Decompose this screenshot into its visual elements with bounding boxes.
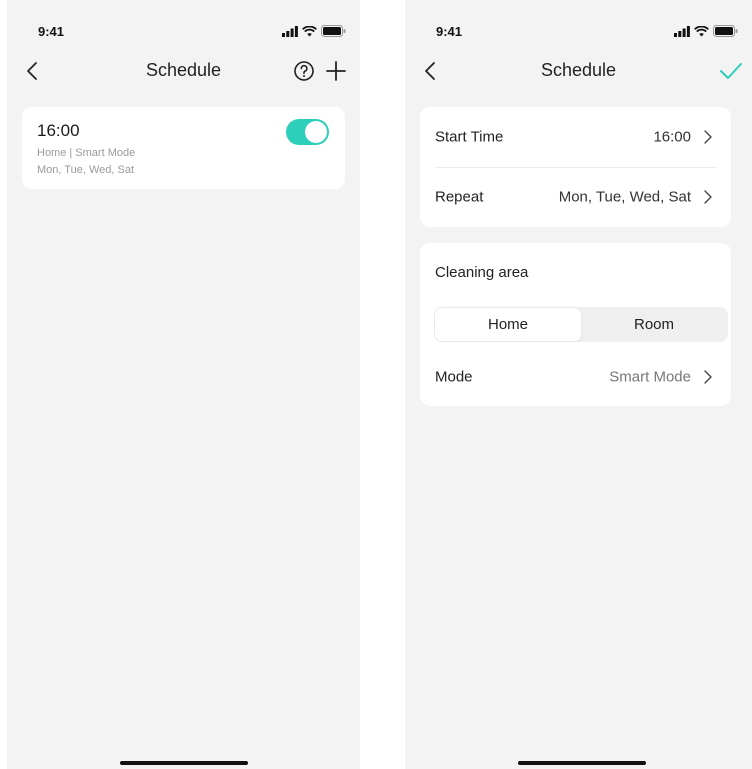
cleaning-area-segmented-control: Home Room — [434, 307, 728, 342]
battery-icon — [713, 25, 738, 37]
start-time-row[interactable]: Start Time 16:00 — [435, 107, 717, 167]
mode-row[interactable]: Mode Smart Mode — [435, 347, 717, 407]
help-circle-icon[interactable] — [292, 59, 316, 83]
chevron-right-icon — [704, 370, 712, 384]
plus-icon[interactable] — [324, 59, 348, 83]
status-bar: 9:41 — [405, 22, 752, 42]
schedule-summary: Home | Smart Mode — [37, 147, 136, 159]
status-bar: 9:41 — [7, 22, 360, 42]
status-time: 9:41 — [38, 24, 65, 39]
segment-home[interactable]: Home — [435, 308, 581, 341]
home-indicator — [518, 761, 646, 765]
schedule-enable-toggle[interactable] — [286, 119, 329, 145]
repeat-value: Mon, Tue, Wed, Sat — [558, 188, 691, 206]
schedule-edit-screen: 9:41 Schedule Start Time 16:00 Repeat Mo… — [405, 0, 752, 769]
signal-icon — [282, 25, 298, 37]
cleaning-area-card: Cleaning area Home Room Mode Smart Mode — [420, 243, 731, 406]
chevron-right-icon — [704, 130, 712, 144]
status-icons — [674, 25, 738, 37]
checkmark-icon[interactable] — [718, 59, 744, 83]
status-time: 9:41 — [436, 24, 463, 39]
schedule-days: Mon, Tue, Wed, Sat — [37, 164, 135, 176]
nav-bar: Schedule — [7, 56, 360, 86]
repeat-label: Repeat — [435, 188, 484, 206]
time-settings-card: Start Time 16:00 Repeat Mon, Tue, Wed, S… — [420, 107, 731, 227]
signal-icon — [674, 25, 690, 37]
mode-value: Smart Mode — [609, 368, 691, 386]
schedule-item-card[interactable]: 16:00 Home | Smart Mode Mon, Tue, Wed, S… — [22, 107, 345, 189]
start-time-value: 16:00 — [653, 128, 691, 146]
segment-room[interactable]: Room — [581, 308, 727, 341]
schedule-time: 16:00 — [37, 121, 80, 140]
start-time-label: Start Time — [435, 128, 504, 146]
wifi-icon — [694, 25, 709, 36]
cleaning-area-label: Cleaning area — [435, 264, 529, 281]
schedule-list-screen: 9:41 Schedule 16:00 Home | Smart Mode Mo… — [7, 0, 360, 769]
page-title: Schedule — [540, 60, 617, 80]
home-indicator — [120, 761, 248, 765]
mode-label: Mode — [435, 368, 473, 386]
wifi-icon — [302, 25, 317, 36]
battery-icon — [321, 25, 346, 37]
nav-bar: Schedule — [405, 56, 752, 86]
repeat-row[interactable]: Repeat Mon, Tue, Wed, Sat — [435, 167, 717, 227]
chevron-right-icon — [704, 190, 712, 204]
toggle-knob — [305, 121, 327, 143]
status-icons — [282, 25, 346, 37]
